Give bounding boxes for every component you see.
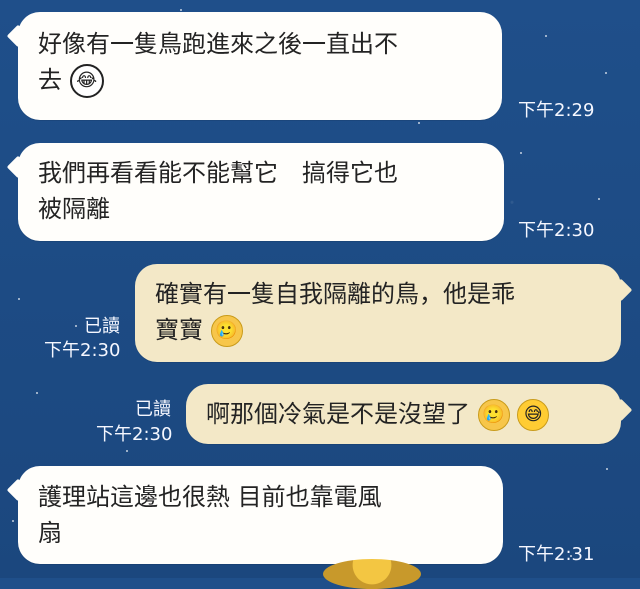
- message-line: 好像有一隻鳥跑進來之後一直出不: [38, 30, 398, 58]
- outgoing-message-bubble[interactable]: 啊那個冷氣是不是沒望了 🥲 😅: [186, 384, 621, 444]
- tearful-smile-emoji: 🥲: [210, 315, 243, 347]
- message-line: 去: [38, 66, 62, 94]
- message-text: 我們再看看能不能幫它 搞得它也 被隔離: [38, 155, 493, 227]
- sticker-partial: [323, 559, 421, 589]
- message-line: 護理站這邊也很熱 目前也靠電風: [38, 483, 382, 511]
- message-text: 好像有一隻鳥跑進來之後一直出不 去 😂: [38, 26, 488, 98]
- message-line: 寶寶: [155, 316, 203, 344]
- message-time: 下午2:30: [44, 340, 121, 361]
- message-text: 確實有一隻自我隔離的鳥，他是乖 寶寶 🥲: [155, 276, 610, 348]
- incoming-message-bubble[interactable]: 好像有一隻鳥跑進來之後一直出不 去 😂: [18, 12, 502, 120]
- incoming-message-bubble[interactable]: 護理站這邊也很熱 目前也靠電風 扇: [18, 466, 503, 564]
- message-line: 啊那個冷氣是不是沒望了: [206, 400, 470, 428]
- message-line: 被隔離: [38, 195, 110, 223]
- message-line: 確實有一隻自我隔離的鳥，他是乖: [155, 280, 515, 308]
- message-text: 護理站這邊也很熱 目前也靠電風 扇: [38, 479, 493, 551]
- read-status: 已讀: [84, 316, 120, 337]
- grin-sweat-emoji: 😅: [517, 399, 550, 431]
- message-line: 我們再看看能不能幫它 搞得它也: [38, 159, 398, 187]
- message-time: 下午2:29: [518, 100, 595, 121]
- laughing-crying-emoji: 😂: [69, 64, 104, 98]
- tearful-smile-emoji: 🥲: [477, 399, 510, 431]
- read-status: 已讀: [135, 399, 171, 420]
- message-line: 扇: [38, 519, 62, 547]
- message-time: 下午2:30: [96, 424, 173, 445]
- outgoing-message-bubble[interactable]: 確實有一隻自我隔離的鳥，他是乖 寶寶 🥲: [135, 264, 621, 362]
- incoming-message-bubble[interactable]: 我們再看看能不能幫它 搞得它也 被隔離: [18, 143, 504, 241]
- message-time: 下午2:31: [518, 544, 595, 565]
- message-text: 啊那個冷氣是不是沒望了 🥲 😅: [206, 396, 606, 432]
- message-time: 下午2:30: [518, 220, 595, 241]
